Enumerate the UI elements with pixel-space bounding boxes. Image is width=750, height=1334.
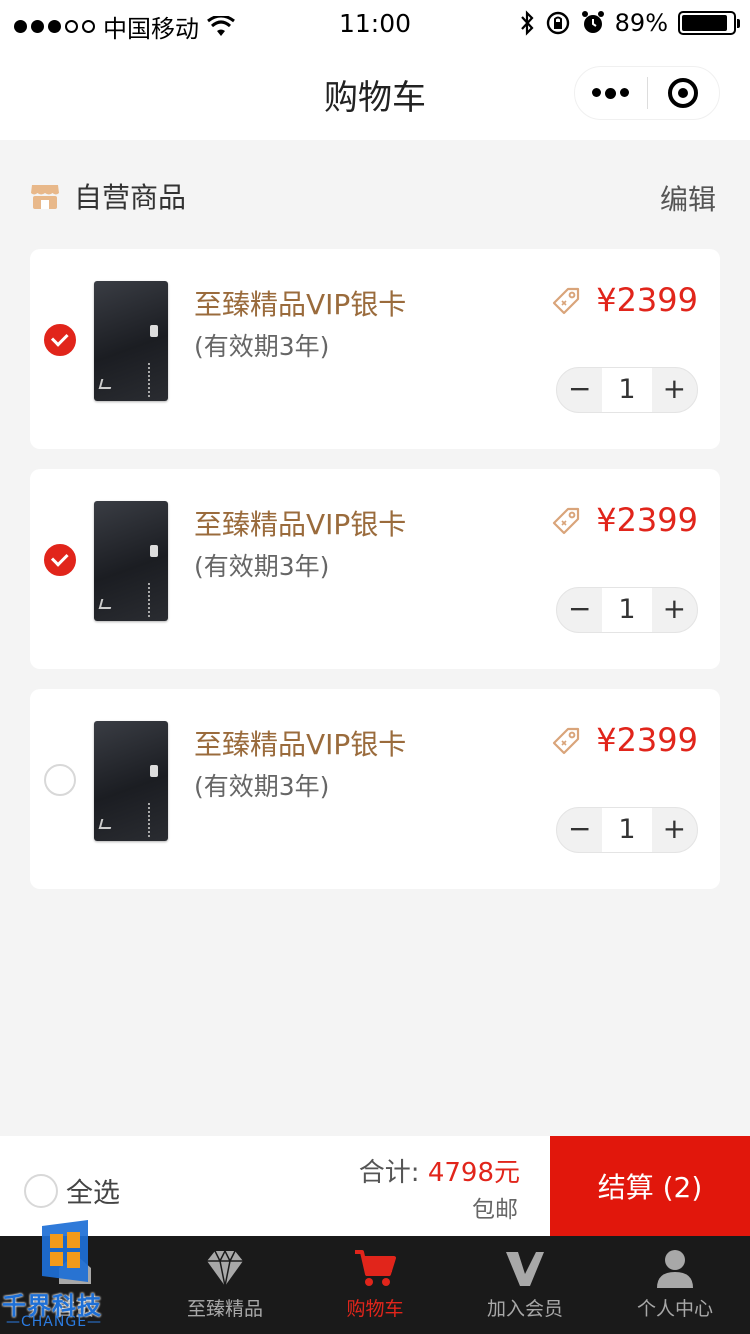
quantity-input[interactable]: 1 [602,808,652,852]
product-image[interactable] [94,721,168,841]
tab-label: 至臻精品 [186,1298,263,1320]
v-icon [506,1252,544,1286]
tab-premium[interactable]: 至臻精品 [150,1236,300,1334]
quantity-stepper: −1 + [556,807,698,853]
nav-bar: 购物车 [0,48,750,140]
item-checkbox[interactable] [44,764,76,796]
total-price: 合计: 4798元 [359,1152,520,1189]
product-image[interactable] [94,281,168,401]
status-bar: 中国移动 11:00 89% [0,0,750,48]
tab-label: 个人中心 [636,1298,713,1320]
tab-profile[interactable]: 个人中心 [600,1236,750,1334]
total-label: 合计: [358,1158,428,1188]
quantity-stepper: −1 + [556,587,698,633]
tab-membership[interactable]: 加入会员 [450,1236,600,1334]
price-tag-icon [550,285,582,317]
more-options-icon[interactable] [575,87,647,99]
tab-cart[interactable]: 购物车 [300,1236,450,1334]
select-all-label: 全选 [66,1178,120,1209]
product-name[interactable]: 至臻精品VIP银卡 [194,283,406,323]
tab-label: 购物车 [346,1298,404,1320]
close-mini-program-icon[interactable] [648,78,720,108]
edit-button[interactable]: 编辑 [660,178,716,218]
bluetooth-icon [520,10,534,36]
product-image[interactable] [94,501,168,621]
tab-label: 加入会员 [486,1298,563,1320]
product-name[interactable]: 至臻精品VIP银卡 [194,723,406,763]
quantity-stepper: −1 + [556,367,698,413]
status-right: 89% [519,9,740,37]
shipping-note: 包邮 [472,1197,518,1223]
diamond-icon [207,1249,243,1287]
price-tag-icon [550,505,582,537]
decrease-button[interactable]: − [557,808,602,852]
watermark-windows-icon [42,1220,88,1282]
product-validity: (有效期3年) [194,772,330,801]
select-all[interactable]: 全选 [24,1171,120,1210]
product-price: ¥2399 [596,281,698,319]
quantity-input[interactable]: 1 [602,368,652,412]
item-checkbox[interactable] [44,324,76,356]
decrease-button[interactable]: − [557,368,602,412]
battery-icon [678,11,740,35]
product-name[interactable]: 至臻精品VIP银卡 [194,503,406,543]
alarm-icon [581,11,604,33]
rotation-lock-icon [546,11,569,35]
product-validity: (有效期3年) [194,332,330,361]
mini-program-capsule [574,66,720,120]
store-icon [31,185,59,209]
quantity-input[interactable]: 1 [602,588,652,632]
shop-name: 自营商品 [74,181,187,214]
cart-item: 至臻精品VIP银卡 (有效期3年) ¥2399 −1 + [30,469,720,669]
settle-button[interactable]: 结算 (2) [550,1136,750,1236]
watermark-subtitle: —CHANGE— [6,1314,103,1330]
cart-item: 至臻精品VIP银卡 (有效期3年) ¥2399 −1 + [30,249,720,449]
increase-button[interactable]: + [652,588,697,632]
watermark-logo: 千界科技 —CHANGE— [0,1216,130,1334]
increase-button[interactable]: + [652,808,697,852]
product-validity: (有效期3年) [194,552,330,581]
total-amount: 4798元 [427,1158,520,1188]
item-checkbox[interactable] [44,544,76,576]
battery-percent: 89% [614,9,668,37]
cart-item: 至臻精品VIP银卡 (有效期3年) ¥2399 −1 + [30,689,720,889]
product-price: ¥2399 [596,721,698,759]
person-icon [657,1250,693,1288]
cart-icon [355,1250,396,1286]
shop-header: 自营商品 编辑 [30,176,720,216]
decrease-button[interactable]: − [557,588,602,632]
select-all-checkbox[interactable] [24,1173,58,1208]
price-tag-icon [550,725,582,757]
product-price: ¥2399 [596,501,698,539]
increase-button[interactable]: + [652,368,697,412]
